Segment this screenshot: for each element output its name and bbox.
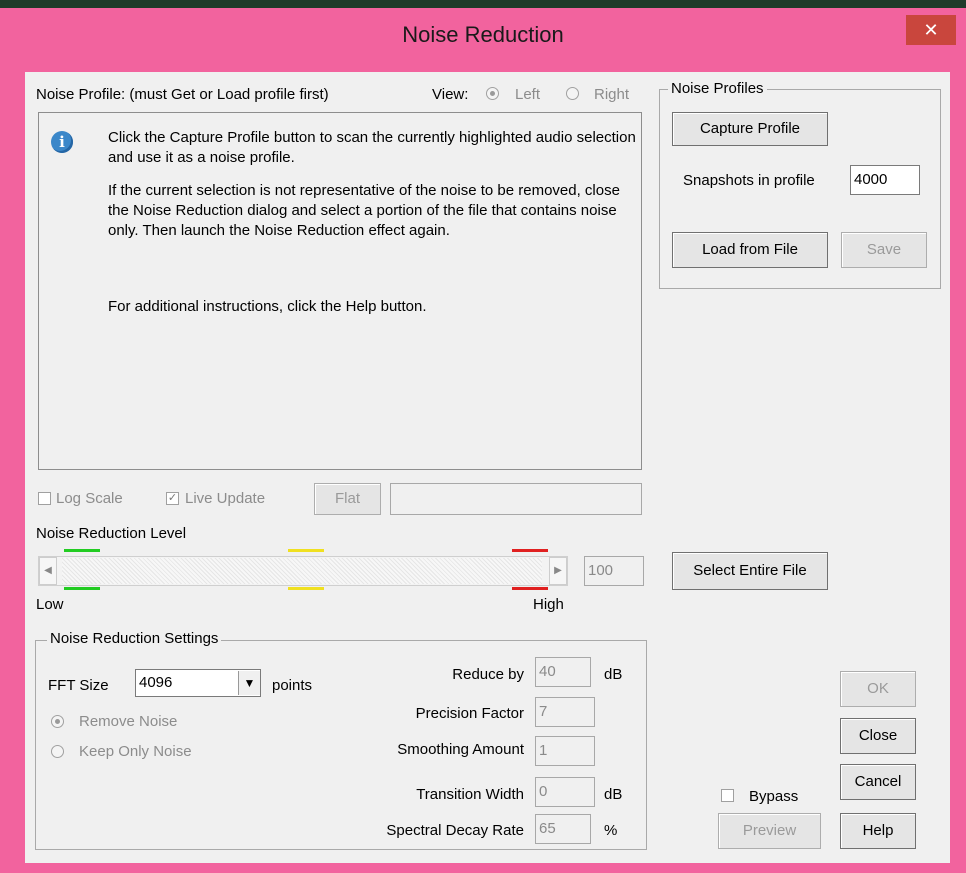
- chevron-down-icon[interactable]: ▼: [238, 671, 260, 695]
- log-scale-label: Log Scale: [56, 490, 123, 507]
- level-value-field[interactable]: 100: [584, 556, 644, 586]
- mid-marker-top: [288, 549, 324, 552]
- low-marker-top: [64, 549, 100, 552]
- flat-button[interactable]: Flat: [314, 483, 381, 515]
- window-title: Noise Reduction: [402, 22, 564, 47]
- precision-factor-field[interactable]: 7: [535, 697, 595, 727]
- spectral-decay-field[interactable]: 65: [535, 814, 591, 844]
- info-paragraph-2: If the current selection is not represen…: [108, 182, 620, 239]
- fft-size-dropdown[interactable]: 4096 ▼: [135, 669, 261, 697]
- fft-size-label: FFT Size: [48, 677, 109, 694]
- settings-group-label: Noise Reduction Settings: [47, 630, 222, 647]
- view-right-radio[interactable]: [566, 87, 579, 100]
- transition-width-unit: dB: [604, 786, 623, 803]
- info-icon: i: [51, 131, 73, 153]
- smoothing-amount-field[interactable]: 1: [535, 736, 595, 766]
- view-left-label: Left: [515, 86, 541, 103]
- window-close-button[interactable]: ✕: [906, 15, 956, 45]
- bypass-checkbox[interactable]: [721, 789, 734, 802]
- live-update-label: Live Update: [185, 490, 266, 507]
- transition-width-field[interactable]: 0: [535, 777, 595, 807]
- slider-right-arrow-icon[interactable]: ▶: [549, 557, 567, 585]
- view-left-radio[interactable]: [486, 87, 499, 100]
- high-marker-top: [512, 549, 548, 552]
- spectral-decay-unit: %: [604, 822, 618, 839]
- fft-size-value: 4096: [139, 674, 173, 691]
- slider-track-fill: [62, 558, 542, 584]
- close-button[interactable]: Close: [840, 718, 916, 754]
- capture-profile-button[interactable]: Capture Profile: [672, 112, 828, 146]
- remove-noise-label: Remove Noise: [79, 713, 178, 730]
- graph-value-field[interactable]: [390, 483, 642, 515]
- snapshots-field[interactable]: 4000: [850, 165, 920, 195]
- keep-only-noise-radio[interactable]: [51, 745, 64, 758]
- snapshots-label: Snapshots in profile: [683, 172, 815, 189]
- reduce-by-label: Reduce by: [452, 666, 524, 683]
- high-marker-bottom: [512, 587, 548, 590]
- transition-width-label: Transition Width: [416, 786, 524, 803]
- ok-button[interactable]: OK: [840, 671, 916, 707]
- view-label: View:: [432, 86, 469, 103]
- preview-button[interactable]: Preview: [718, 813, 821, 849]
- high-label: High: [533, 596, 564, 613]
- spectral-decay-label: Spectral Decay Rate: [386, 822, 524, 839]
- keep-only-noise-label: Keep Only Noise: [79, 743, 192, 760]
- view-right-label: Right: [594, 86, 630, 103]
- reduce-by-field[interactable]: 40: [535, 657, 591, 687]
- bypass-label: Bypass: [749, 788, 799, 805]
- noise-profile-heading: Noise Profile: (must Get or Load profile…: [36, 86, 329, 103]
- live-update-checkbox[interactable]: ✓: [166, 492, 179, 505]
- select-entire-file-button[interactable]: Select Entire File: [672, 552, 828, 590]
- slider-left-arrow-icon[interactable]: ◀: [39, 557, 57, 585]
- info-paragraph-3: For additional instructions, click the H…: [108, 298, 427, 315]
- help-button[interactable]: Help: [840, 813, 916, 849]
- noise-reduction-level-label: Noise Reduction Level: [36, 525, 187, 542]
- low-label: Low: [36, 596, 64, 613]
- info-paragraph-1: Click the Capture Profile button to scan…: [108, 129, 636, 166]
- window-top-edge: [0, 0, 966, 8]
- cancel-button[interactable]: Cancel: [840, 764, 916, 800]
- precision-factor-label: Precision Factor: [415, 705, 524, 722]
- smoothing-amount-label: Smoothing Amount: [397, 741, 524, 758]
- noise-profiles-group-label: Noise Profiles: [668, 80, 767, 97]
- reduce-by-unit: dB: [604, 666, 623, 683]
- save-profile-button[interactable]: Save: [841, 232, 927, 268]
- mid-marker-bottom: [288, 587, 324, 590]
- fft-unit-label: points: [272, 677, 313, 694]
- load-from-file-button[interactable]: Load from File: [672, 232, 828, 268]
- low-marker-bottom: [64, 587, 100, 590]
- log-scale-checkbox[interactable]: [38, 492, 51, 505]
- remove-noise-radio[interactable]: [51, 715, 64, 728]
